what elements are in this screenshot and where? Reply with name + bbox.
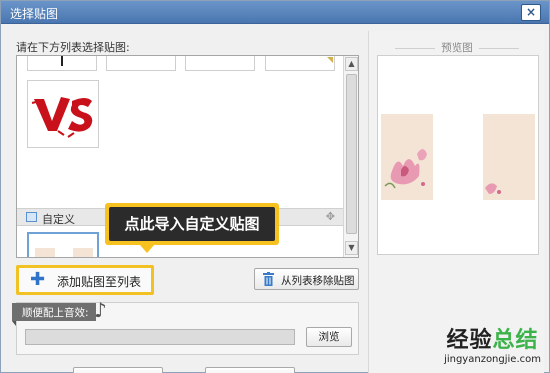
plus-icon: ✚	[30, 269, 46, 290]
image-icon	[26, 212, 37, 222]
ok-button[interactable]	[73, 367, 163, 373]
sticker-thumbnail[interactable]	[265, 56, 335, 71]
preview-paper-right	[483, 114, 535, 200]
scroll-up-arrow[interactable]: ▲	[345, 57, 358, 71]
import-hint-callout: 点此导入自定义贴图	[105, 203, 279, 245]
sticker-thumbnail[interactable]	[185, 56, 255, 71]
audio-path-field[interactable]	[25, 329, 295, 345]
scroll-thumb[interactable]	[346, 74, 357, 234]
sticker-thumbnail-vs[interactable]	[27, 80, 99, 148]
import-hint-text: 点此导入自定义贴图	[109, 207, 275, 241]
audio-tab-label: 顺便配上音效:	[22, 307, 89, 319]
remove-sticker-button[interactable]: 从列表移除贴图	[254, 268, 359, 290]
watermark: 经验总结 jingyanzongjie.com	[444, 328, 541, 365]
add-sticker-button[interactable]: ✚ 添加贴图至列表	[16, 265, 154, 295]
title-bar[interactable]: 选择贴图 ×	[1, 1, 549, 24]
audio-tab: 顺便配上音效:	[12, 303, 96, 321]
sticker-thumbnail[interactable]	[27, 56, 97, 71]
browse-button[interactable]: 浏览	[306, 327, 352, 347]
trash-icon	[263, 272, 274, 286]
music-note-icon: ♪	[94, 298, 107, 322]
vs-sticker-image	[31, 97, 93, 138]
preview-paper-left	[381, 114, 433, 200]
flower-image	[485, 183, 501, 194]
preview-box	[377, 55, 539, 255]
preview-title: 预览图	[369, 40, 545, 55]
custom-sticker-thumbnail[interactable]	[27, 232, 99, 257]
remove-sticker-label: 从列表移除贴图	[281, 275, 355, 287]
list-instruction: 请在下方列表选择贴图:	[16, 41, 130, 54]
list-scrollbar[interactable]: ▲ ▼	[343, 56, 358, 257]
flower-paper-image	[35, 248, 93, 257]
close-button[interactable]: ×	[521, 4, 541, 21]
add-sticker-label: 添加贴图至列表	[57, 275, 142, 289]
choose-sticker-dialog: 选择贴图 × 请在下方列表选择贴图: 自定义 ✥ ▲ ▼ 点此导入自定义贴图 ✚…	[0, 0, 550, 373]
cancel-button[interactable]	[205, 367, 295, 373]
audio-tab-fold	[12, 321, 16, 326]
scroll-down-arrow[interactable]: ▼	[345, 241, 358, 255]
window-title: 选择贴图	[10, 7, 59, 21]
sticker-thumbnail[interactable]	[106, 56, 176, 71]
move-icon[interactable]: ✥	[326, 210, 335, 223]
section-label: 自定义	[42, 213, 75, 226]
flower-image	[384, 149, 427, 189]
callout-arrow	[140, 245, 154, 253]
